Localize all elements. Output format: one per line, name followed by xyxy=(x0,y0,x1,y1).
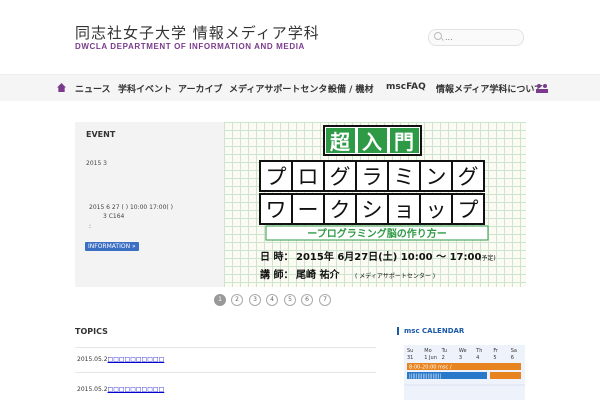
calendar-weekday: Su xyxy=(407,348,413,354)
calendar-day[interactable]: 1 Jun xyxy=(424,355,437,361)
poster-lecturer-note: ( メディアサポートセンター ) xyxy=(355,272,435,280)
nav-archive[interactable]: アーカイブ xyxy=(178,82,222,95)
slide-poster[interactable]: 超 入 門 プログラミング ワークショップ ープログラミング脳の作り方ー 日 時… xyxy=(224,122,526,287)
calendar-day[interactable]: 31 xyxy=(407,355,413,361)
nav-dept-events[interactable]: 学科イベント xyxy=(118,82,172,95)
nav-about-dept[interactable]: 情報メディア学科について xyxy=(436,82,543,95)
calendar-weekday: Mo xyxy=(424,348,431,354)
poster-char: ン xyxy=(426,165,447,189)
information-button[interactable]: INFORMATION » xyxy=(85,242,139,251)
nav-mscfaq[interactable]: mscFAQ xyxy=(386,82,426,92)
nav-media-support-center[interactable]: メディアサポートセンター xyxy=(229,82,336,95)
topics-heading: TOPICS xyxy=(75,327,108,336)
pager-dot-7[interactable]: 7 xyxy=(319,294,331,306)
poster-date-value: 2015年 6月27日(土) 10:00 〜 17:00 xyxy=(296,250,481,263)
topic-date: 2015.05.2 xyxy=(77,386,108,393)
topics-divider xyxy=(75,372,376,373)
nav-equipment[interactable]: 設備 / 機材 xyxy=(328,82,374,95)
topic-title[interactable]: □□□□□□□□□□ xyxy=(108,356,165,363)
event-heading: EVENT xyxy=(86,130,116,139)
topic-item[interactable]: 2015.05.2□□□□□□□□□□ xyxy=(77,386,164,393)
poster-title-row1: プログラミング xyxy=(259,160,485,192)
poster-char: ッ xyxy=(426,198,447,222)
topic-item[interactable]: 2015.05.2□□□□□□□□□□ xyxy=(77,356,164,363)
calendar-weekday: Tu xyxy=(441,348,447,354)
event-room: 3 C164 xyxy=(103,213,125,220)
pager-dot-3[interactable]: 3 xyxy=(249,294,261,306)
event-note: : xyxy=(89,223,92,230)
calendar-day[interactable]: 5 xyxy=(493,355,496,361)
calendar-event-text: ||||||||||||||||||| xyxy=(409,374,441,380)
poster-char: ラ xyxy=(362,165,383,189)
poster-char: ワ xyxy=(266,198,287,222)
calendar-weekday: We xyxy=(459,348,467,354)
poster-char: ロ xyxy=(298,165,319,189)
site-subtitle: DWCLA DEPARTMENT OF INFORMATION AND MEDI… xyxy=(75,42,305,51)
site-header: 同志社女子大学 情報メディア学科 DWCLA DEPARTMENT OF INF… xyxy=(0,0,600,72)
nav-news[interactable]: ニュース xyxy=(75,82,111,95)
calendar-day[interactable]: 4 xyxy=(476,355,479,361)
topic-date: 2015.05.2 xyxy=(77,356,108,363)
home-icon[interactable] xyxy=(57,83,66,92)
poster-char: グ xyxy=(330,165,351,189)
pager-dot-5[interactable]: 5 xyxy=(284,294,296,306)
pager-dot-2[interactable]: 2 xyxy=(231,294,243,306)
poster-char: プ xyxy=(458,198,479,222)
event-datetime: 2015 6 27 ( ) 10:00 17:00( ) xyxy=(89,204,174,211)
calendar-weekday: Sa xyxy=(511,348,517,354)
search-icon xyxy=(434,32,442,40)
pager-dot-1[interactable]: 1 xyxy=(214,294,226,306)
calendar-event-text: 8:00-20:00 msc / xyxy=(409,365,452,371)
pager-dot-4[interactable]: 4 xyxy=(266,294,278,306)
search-box[interactable] xyxy=(428,29,524,46)
calendar-grid: Su31Mo1 JunTu2We3Th4Fr5Sa6 8:00-20:00 ms… xyxy=(404,345,525,400)
poster-title-row2: ワークショップ xyxy=(259,193,485,225)
people-icon[interactable] xyxy=(535,83,549,93)
poster-char: シ xyxy=(362,198,383,222)
poster-char: グ xyxy=(458,165,479,189)
poster-tagline: ープログラミング脳の作り方ー xyxy=(307,227,446,240)
poster-banner-char: 入 xyxy=(362,130,382,154)
calendar-day[interactable]: 6 xyxy=(511,355,514,361)
poster-graphic: 超 入 門 プログラミング ワークショップ ープログラミング脳の作り方ー 日 時… xyxy=(259,125,496,281)
poster-char: プ xyxy=(266,165,287,189)
poster-char: ー xyxy=(298,198,319,222)
calendar-weekday: Th xyxy=(475,348,482,354)
calendar-heading: msc CALENDAR xyxy=(396,327,465,335)
main-nav: ニュース 学科イベント アーカイブ メディアサポートセンター 設備 / 機材 m… xyxy=(0,74,600,101)
poster-date-note: (予定) xyxy=(479,254,496,262)
topics-divider xyxy=(75,347,376,348)
poster-char: ク xyxy=(330,198,351,222)
calendar-day[interactable]: 3 xyxy=(459,355,462,361)
poster-banner-char: 門 xyxy=(394,130,414,154)
event-year: 2015 3 xyxy=(86,160,107,167)
poster-banner-char: 超 xyxy=(329,130,351,154)
poster-char: ョ xyxy=(394,198,415,222)
poster-lecturer-label: 講 師： xyxy=(260,268,293,281)
site-title[interactable]: 同志社女子大学 情報メディア学科 xyxy=(75,22,320,43)
msc-calendar[interactable]: Su 31 Mo 1 Jun Tu 2 We 3 Th 4 Fr 5 Sa 6 8:00-20:00 ms… xyxy=(404,345,525,400)
calendar-day[interactable]: 2 xyxy=(442,355,445,361)
calendar-event-bar[interactable] xyxy=(490,372,521,379)
poster-date-label: 日 時： xyxy=(260,250,293,263)
event-panel: EVENT 2015 3 2015 6 27 ( ) 10:00 17:00( … xyxy=(75,122,224,287)
pager-dot-6[interactable]: 6 xyxy=(301,294,313,306)
topic-title[interactable]: □□□□□□□□□□ xyxy=(108,386,165,393)
poster-lecturer-value: 尾崎 祐介 xyxy=(296,268,340,281)
poster-char: ミ xyxy=(394,165,415,189)
search-input[interactable] xyxy=(445,30,519,45)
